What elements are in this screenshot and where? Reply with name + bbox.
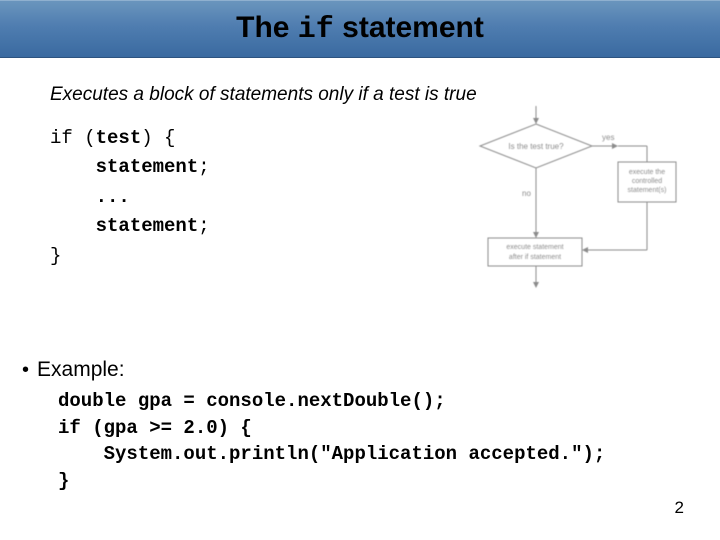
title-post: statement bbox=[334, 11, 484, 44]
title-pre: The bbox=[236, 11, 298, 44]
subtitle: Executes a block of statements only if a… bbox=[50, 84, 676, 106]
flowchart: Is the test true? yes no execute the con… bbox=[466, 104, 684, 292]
flowchart-no: no bbox=[522, 189, 531, 198]
page-number: 2 bbox=[675, 498, 684, 518]
slide-title: The if statement bbox=[236, 11, 484, 47]
svg-text:execute the: execute the bbox=[629, 169, 665, 176]
syntax-semi2: ; bbox=[198, 215, 209, 237]
syntax-stmt1: statement bbox=[96, 156, 199, 178]
example-code: double gpa = console.nextDouble(); if (g… bbox=[58, 388, 605, 494]
title-bar: The if statement bbox=[0, 0, 720, 58]
syntax-if: if ( bbox=[50, 127, 96, 149]
syntax-close: } bbox=[50, 245, 61, 267]
syntax-stmt2: statement bbox=[96, 215, 199, 237]
svg-text:statement(s): statement(s) bbox=[628, 187, 667, 194]
syntax-ellipsis: ... bbox=[96, 186, 130, 208]
flowchart-yes: yes bbox=[602, 133, 614, 142]
flowchart-test-label: Is the test true? bbox=[508, 142, 564, 151]
example-row: • Example: bbox=[22, 358, 125, 382]
svg-text:execute statement: execute statement bbox=[506, 244, 563, 251]
bullet-icon: • bbox=[22, 358, 29, 382]
example-label: Example: bbox=[37, 358, 125, 382]
slide: The if statement Executes a block of sta… bbox=[0, 0, 720, 540]
title-code: if bbox=[298, 13, 334, 47]
syntax-paren: ) { bbox=[141, 127, 175, 149]
syntax-semi1: ; bbox=[198, 156, 209, 178]
flowchart-svg: Is the test true? yes no execute the con… bbox=[466, 104, 684, 292]
syntax-test: test bbox=[96, 127, 142, 149]
content-area: Executes a block of statements only if a… bbox=[0, 58, 720, 271]
svg-text:after if statement: after if statement bbox=[509, 254, 561, 261]
svg-text:controlled: controlled bbox=[632, 178, 662, 185]
